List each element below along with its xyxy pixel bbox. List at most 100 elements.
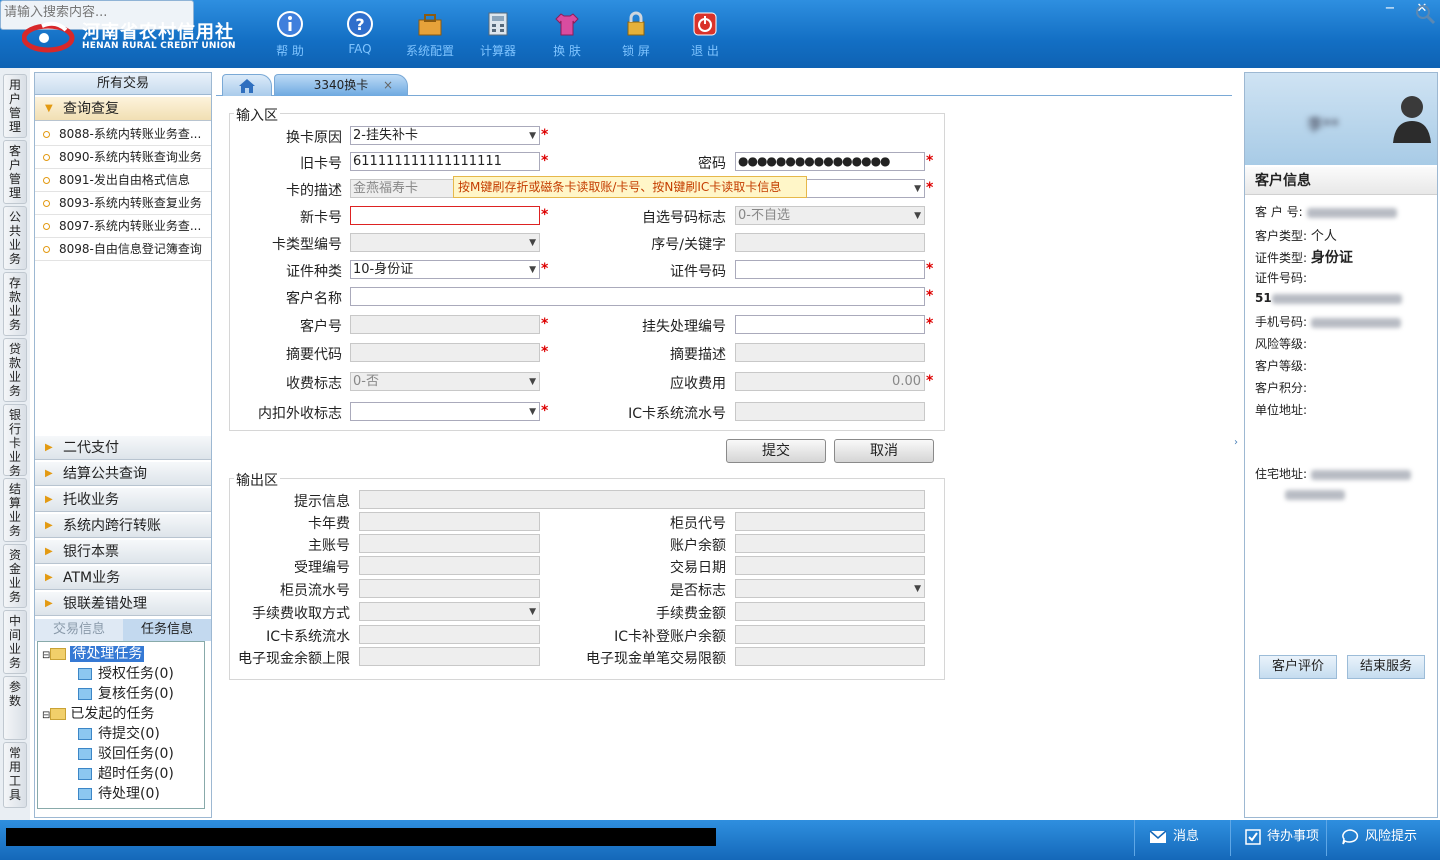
input-area-title: 输入区	[234, 105, 280, 125]
task-icon	[78, 728, 92, 740]
card-desc-select[interactable]: ▼	[805, 179, 925, 198]
collapsed-arrow-icon: ▶	[45, 442, 53, 453]
system-config-button[interactable]: 系统配置	[399, 8, 461, 62]
cust-no-field[interactable]	[350, 315, 540, 334]
tree-node-label: 已发起的任务	[70, 706, 155, 722]
vtab-bank-card-business[interactable]: 银行卡业务	[3, 404, 27, 478]
fee-method-select[interactable]: ▼	[359, 602, 540, 621]
message-button[interactable]: 消息	[1134, 820, 1230, 856]
fee-flag-select[interactable]: 0-否 ▼	[350, 372, 540, 391]
exit-button[interactable]: 退 出	[674, 8, 736, 62]
submit-button[interactable]: 提交	[726, 439, 826, 463]
skin-button[interactable]: 换 肤	[536, 8, 598, 62]
calculator-label: 计算器	[479, 44, 516, 58]
trade-item-8097[interactable]: 8097-系统内转账业务查...	[35, 215, 211, 238]
group-unionpay-errors[interactable]: ▶ 银联差错处理	[35, 592, 211, 616]
calculator-button[interactable]: 计算器	[467, 8, 529, 62]
minimize-button[interactable]: −	[1376, 0, 1404, 18]
required-mark: *	[541, 261, 549, 277]
vtab-parameters[interactable]: 参数	[3, 676, 27, 740]
group-query-reply[interactable]: ▼ 查询查复	[35, 97, 211, 121]
faq-button[interactable]: ? FAQ	[329, 8, 391, 62]
trade-item-label: 8098-自由信息登记簿查询	[59, 242, 202, 256]
collapse-toggle-icon[interactable]: ⊟	[42, 710, 50, 721]
vtab-common-tools[interactable]: 常用工具	[3, 742, 27, 808]
tab-task-info[interactable]: 任务信息	[123, 619, 211, 641]
group-atm[interactable]: ▶ ATM业务	[35, 566, 211, 590]
tree-node-to-process[interactable]: 待处理(0)	[78, 784, 160, 804]
vtab-customer-management[interactable]: 客户管理	[3, 140, 27, 204]
search-input[interactable]	[4, 5, 164, 20]
group-label: 系统内跨行转账	[63, 518, 161, 534]
vtab-deposit-business[interactable]: 存款业务	[3, 272, 27, 336]
trade-item-8093[interactable]: 8093-系统内转账查复业务	[35, 192, 211, 215]
tree-node-initiated[interactable]: ⊟ 已发起的任务	[42, 704, 154, 724]
reason-select[interactable]: 2-挂失补卡 ▼	[350, 126, 540, 145]
dropdown-arrow-icon: ▼	[529, 131, 536, 141]
risk-alert-button[interactable]: 风险提示	[1326, 820, 1440, 856]
trade-item-8088[interactable]: 8088-系统内转账业务查...	[35, 123, 211, 146]
tree-node-pending[interactable]: ⊟ 待处理任务	[42, 644, 145, 664]
cancel-button[interactable]: 取消	[834, 439, 934, 463]
vtab-user-management[interactable]: 用户管理	[3, 74, 27, 138]
yes-no-select[interactable]: ▼	[735, 579, 925, 598]
tree-node-label: 驳回任务(0)	[98, 746, 174, 762]
help-button[interactable]: 帮 助	[259, 8, 321, 62]
trade-item-8098[interactable]: 8098-自由信息登记簿查询	[35, 238, 211, 261]
panel-splitter-handle[interactable]: ›	[1232, 420, 1240, 466]
id-no-field[interactable]	[735, 260, 925, 279]
ic-serial-field[interactable]	[735, 402, 925, 421]
old-card-field[interactable]: 611111111111111111	[350, 152, 540, 171]
summary-desc-field[interactable]	[735, 343, 925, 362]
search-icon[interactable]	[1414, 3, 1436, 25]
lock-screen-label: 锁 屏	[622, 44, 650, 58]
label-trade-date: 交易日期	[670, 560, 726, 576]
required-mark: *	[926, 261, 934, 277]
fee-amount-field[interactable]: 0.00	[735, 372, 925, 391]
vtab-fund-business[interactable]: 资金业务	[3, 544, 27, 608]
group-cnaps2[interactable]: ▶ 二代支付	[35, 436, 211, 460]
bullet-icon	[43, 131, 50, 138]
label-loss-no: 挂失处理编号	[642, 319, 726, 335]
tab-close-icon[interactable]: ×	[383, 75, 393, 95]
password-field[interactable]: ●●●●●●●●●●●●●●●●	[735, 152, 925, 171]
id-type-label: 证件类型:	[1255, 251, 1308, 265]
cust-name-field[interactable]	[350, 287, 925, 306]
tree-node-timeout[interactable]: 超时任务(0)	[78, 764, 174, 784]
trade-item-8091[interactable]: 8091-发出自由格式信息	[35, 169, 211, 192]
seq-key-field[interactable]	[735, 233, 925, 252]
required-mark: *	[926, 180, 934, 196]
tab-trade-info[interactable]: 交易信息	[35, 619, 123, 641]
trade-item-8090[interactable]: 8090-系统内转账查询业务	[35, 146, 211, 169]
tree-node-rejected[interactable]: 驳回任务(0)	[78, 744, 174, 764]
tab-home[interactable]	[222, 74, 272, 96]
tree-node-review[interactable]: 复核任务(0)	[78, 684, 174, 704]
tree-node-authorize[interactable]: 授权任务(0)	[78, 664, 174, 684]
group-interbank-transfer[interactable]: ▶ 系统内跨行转账	[35, 514, 211, 538]
todo-button[interactable]: 待办事项	[1230, 820, 1326, 856]
tab-3340-card-replacement[interactable]: 3340换卡 ×	[274, 74, 408, 96]
collapse-toggle-icon[interactable]: ⊟	[42, 650, 50, 661]
label-summary-code: 摘要代码	[286, 347, 342, 363]
summary-code-field[interactable]	[350, 343, 540, 362]
inout-flag-select[interactable]: ▼	[350, 402, 540, 421]
group-settlement-query[interactable]: ▶ 结算公共查询	[35, 462, 211, 486]
card-type-select[interactable]: ▼	[350, 233, 540, 252]
vtab-intermediate-business[interactable]: 中间业务	[3, 610, 27, 674]
new-card-field[interactable]	[350, 206, 540, 225]
tree-node-to-submit[interactable]: 待提交(0)	[78, 724, 160, 744]
loss-no-field[interactable]	[735, 315, 925, 334]
customer-evaluation-button[interactable]: 客户评价	[1259, 655, 1337, 679]
card-desc-field[interactable]: 金燕福寿卡	[350, 179, 454, 198]
vtab-public-business[interactable]: 公共业务	[3, 206, 27, 270]
label-ic-serial: IC卡系统流水号	[628, 406, 726, 422]
end-service-button[interactable]: 结束服务	[1347, 655, 1425, 679]
id-type-select[interactable]: 10-身份证 ▼	[350, 260, 540, 279]
info-tabs: 交易信息 任务信息	[35, 619, 211, 641]
lock-screen-button[interactable]: 锁 屏	[605, 8, 667, 62]
group-cashier-check[interactable]: ▶ 银行本票	[35, 540, 211, 564]
self-select-select[interactable]: 0-不自选 ▼	[735, 206, 925, 225]
vtab-loan-business[interactable]: 贷款业务	[3, 338, 27, 402]
group-collection[interactable]: ▶ 托收业务	[35, 488, 211, 512]
vtab-settlement-business[interactable]: 结算业务	[3, 478, 27, 542]
